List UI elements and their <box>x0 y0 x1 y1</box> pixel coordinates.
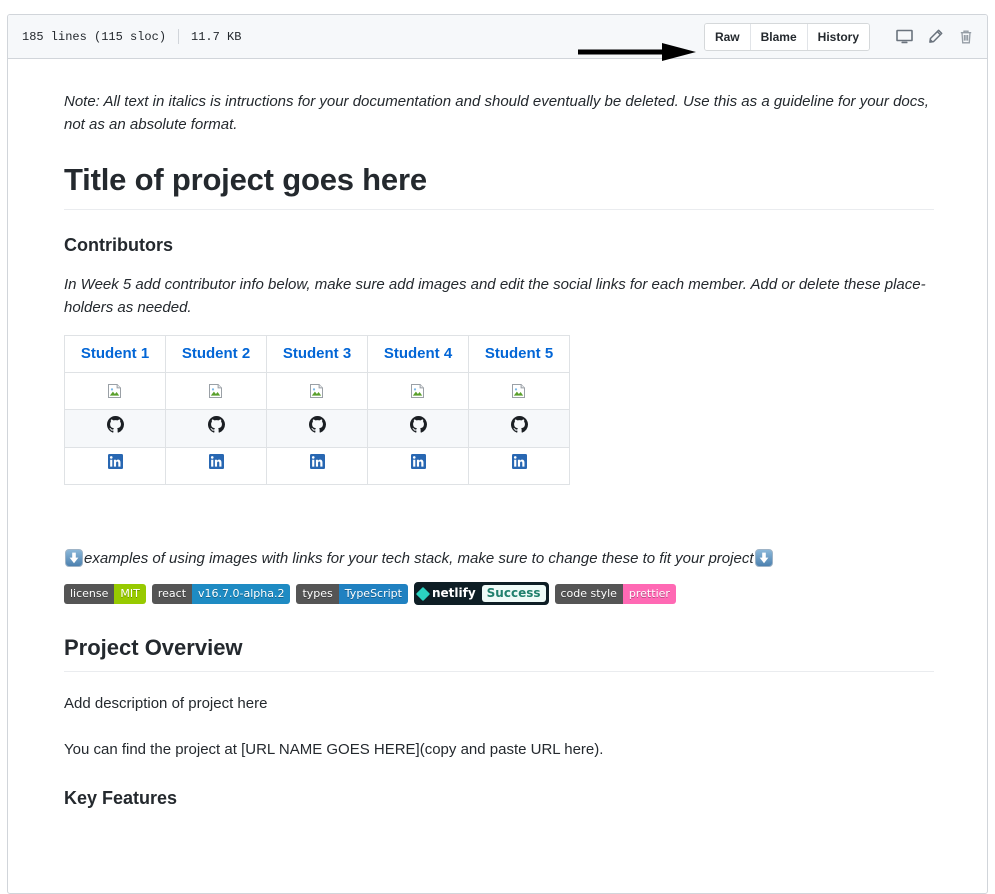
file-action-button-group: Raw Blame History <box>703 22 870 51</box>
file-header-bar: 185 lines (115 sloc) 11.7 KB Raw Blame H… <box>8 15 987 61</box>
pencil-icon[interactable] <box>924 26 946 48</box>
linkedin-icon[interactable] <box>208 454 224 477</box>
github-icon[interactable] <box>207 416 225 441</box>
badge-react[interactable]: react v16.7.0-alpha.2 <box>151 583 291 604</box>
avatar-cell <box>468 372 570 411</box>
file-container: 185 lines (115 sloc) 11.7 KB Raw Blame H… <box>7 14 988 894</box>
raw-button[interactable]: Raw <box>704 23 751 50</box>
table-header-cell: Student 3 <box>266 335 368 374</box>
badge-license-value: MIT <box>114 583 146 604</box>
linkedin-cell <box>165 446 267 485</box>
project-url-line: You can find the project at [URL NAME GO… <box>64 740 604 758</box>
project-description: Add description of project here <box>64 694 268 712</box>
student-3-link[interactable]: Student 3 <box>283 345 351 362</box>
github-cell <box>64 409 166 448</box>
key-features-heading: Key Features <box>64 788 178 808</box>
linkedin-icon[interactable] <box>410 454 426 477</box>
table-header-cell: Student 5 <box>468 335 570 374</box>
broken-image-icon <box>309 383 325 399</box>
readme-content: Note: All text in italics is intructions… <box>8 59 987 810</box>
avatar-cell <box>64 372 166 411</box>
github-icon[interactable] <box>106 416 124 441</box>
badge-react-value: v16.7.0-alpha.2 <box>192 583 291 604</box>
github-file-view: 185 lines (115 sloc) 11.7 KB Raw Blame H… <box>0 0 995 894</box>
student-4-link[interactable]: Student 4 <box>384 345 452 362</box>
table-header-cell: Student 2 <box>165 335 267 374</box>
badge-netlify-label-text: netlify <box>431 586 476 600</box>
down-arrow-emoji-right <box>754 548 773 567</box>
github-cell <box>468 409 570 448</box>
table-row <box>64 409 570 448</box>
table-header-row: Student 1 Student 2 Student 3 Student 4 … <box>64 335 570 374</box>
contributors-table: Student 1 Student 2 Student 3 Student 4 … <box>64 335 570 485</box>
github-icon[interactable] <box>510 416 528 441</box>
github-cell <box>266 409 368 448</box>
linkedin-cell <box>64 446 166 485</box>
student-1-link[interactable]: Student 1 <box>81 345 149 362</box>
student-2-link[interactable]: Student 2 <box>182 345 250 362</box>
file-actions: Raw Blame History <box>703 22 977 51</box>
github-cell <box>367 409 469 448</box>
broken-image-icon <box>208 383 224 399</box>
badge-license[interactable]: license MIT <box>64 583 146 604</box>
avatar-cell <box>266 372 368 411</box>
meta-divider <box>178 29 180 44</box>
table-row <box>64 372 570 411</box>
badge-license-label: license <box>64 583 115 604</box>
badge-types-value: TypeScript <box>338 583 408 604</box>
down-arrow-emoji-left <box>65 548 83 567</box>
student-5-link[interactable]: Student 5 <box>485 345 553 362</box>
badge-netlify[interactable]: netlify Success <box>413 582 549 605</box>
badge-netlify-label: netlify <box>415 584 482 603</box>
italic-note-paragraph: Note: All text in italics is intructions… <box>64 93 929 134</box>
desktop-icon[interactable] <box>893 26 915 48</box>
badge-react-label: react <box>151 583 193 604</box>
linkedin-cell <box>367 446 469 485</box>
linkedin-cell <box>468 446 570 485</box>
badge-netlify-value: Success <box>481 585 546 602</box>
file-lines-count: 185 lines (115 sloc) <box>22 29 167 44</box>
netlify-diamond-icon <box>415 586 431 601</box>
github-cell <box>165 409 267 448</box>
linkedin-cell <box>266 446 368 485</box>
file-meta: 185 lines (115 sloc) 11.7 KB <box>22 29 241 44</box>
avatar-cell <box>367 372 469 411</box>
badge-types[interactable]: types TypeScript <box>296 583 408 604</box>
broken-image-icon <box>410 383 426 399</box>
broken-image-icon <box>107 383 123 399</box>
project-overview-heading: Project Overview <box>64 634 934 672</box>
contributors-heading: Contributors <box>64 235 173 256</box>
table-header-cell: Student 1 <box>64 335 166 374</box>
linkedin-icon[interactable] <box>511 454 527 477</box>
badge-row: license MIT react v16.7.0-alpha.2 types … <box>64 582 957 605</box>
table-row <box>64 446 570 485</box>
blame-button[interactable]: Blame <box>750 23 808 50</box>
badge-code-style-label: code style <box>554 583 623 604</box>
avatar-cell <box>165 372 267 411</box>
linkedin-icon[interactable] <box>309 454 325 477</box>
tech-stack-note: examples of using images with links for … <box>64 547 936 570</box>
broken-image-icon <box>511 383 527 399</box>
tech-stack-note-text: examples of using images with links for … <box>84 549 754 567</box>
badge-code-style[interactable]: code style prettier <box>554 583 676 604</box>
black-right-arrow-annotation <box>578 43 696 61</box>
table-header-cell: Student 4 <box>367 335 469 374</box>
linkedin-icon[interactable] <box>107 454 123 477</box>
page-title: Title of project goes here <box>64 161 934 211</box>
github-icon[interactable] <box>308 416 326 441</box>
trash-icon[interactable] <box>955 26 977 48</box>
badge-types-label: types <box>296 583 339 604</box>
file-size: 11.7 KB <box>191 29 242 44</box>
contributors-note: In Week 5 add contributor info below, ma… <box>64 275 926 316</box>
history-button[interactable]: History <box>807 23 869 50</box>
badge-code-style-value: prettier <box>622 583 676 604</box>
github-icon[interactable] <box>409 416 427 441</box>
